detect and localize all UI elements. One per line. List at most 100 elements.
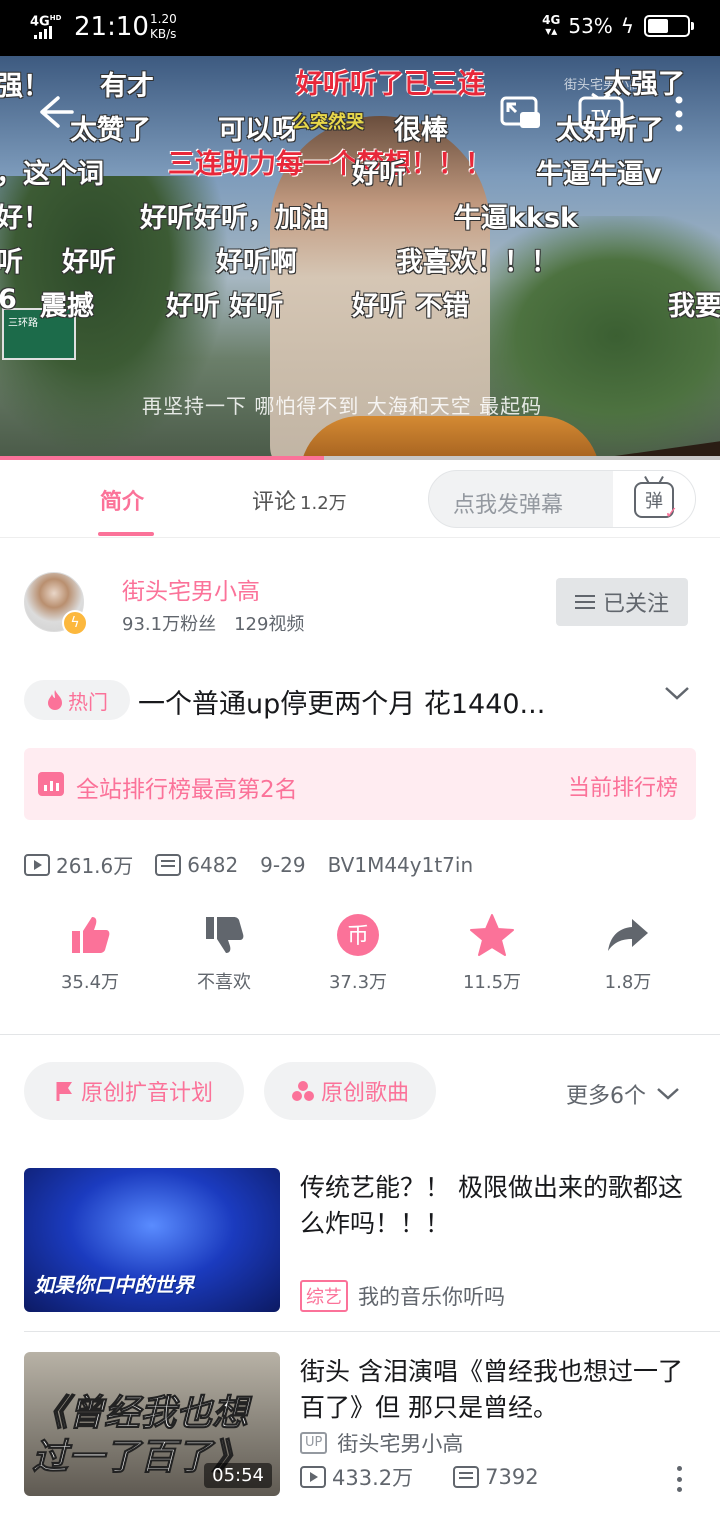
video-subtitle: 再坚持一下 哪怕得不到 大海和天空 最起码 [142, 394, 543, 418]
ranking-icon [38, 772, 64, 796]
clock: 21:10 [74, 12, 149, 42]
danmaku: 好听 [352, 159, 406, 190]
play-count-icon [24, 853, 50, 876]
up-badge: UP [300, 1432, 328, 1454]
category-badge: 综艺 [300, 1280, 348, 1312]
battery-icon [644, 15, 694, 37]
follow-button[interactable]: 已关注 [556, 578, 688, 626]
uploader-stats: 93.1万粉丝 129视频 [122, 614, 305, 635]
like-button[interactable]: 35.4万 [30, 910, 150, 994]
related-video-title: 街头 含泪演唱《曾经我也想过一了百了》但 那只是曾经。 [300, 1357, 683, 1422]
chevron-down-icon [657, 1088, 679, 1100]
danmaku: 好听 不错 [352, 291, 470, 322]
video-player[interactable]: 三环路 强！ 有才 好听听了已三连 街头宅男小高 太强了 太赞了 可以呀 么突然… [0, 56, 720, 460]
tab-indicator [98, 532, 154, 536]
hot-badge[interactable]: 热门 [24, 680, 130, 720]
net-speed: 1.20 KB/s [150, 12, 177, 41]
more-tags-button[interactable]: 更多6个 [566, 1078, 680, 1110]
danmaku-placeholder: 点我发弹幕 [453, 493, 564, 518]
danmaku: 震撼 [40, 291, 94, 322]
thumbs-up-icon [72, 917, 110, 953]
danmaku: 太赞了 [70, 115, 151, 146]
related-video-item[interactable]: 《曾经我也想过一了百了》 05:54 街头 含泪演唱《曾经我也想过一了百了》但 … [0, 1352, 720, 1498]
danmaku-icon: 弹 ✓ [634, 482, 678, 522]
fire-icon [48, 690, 62, 710]
danmaku: 好听听了已三连 [296, 69, 485, 100]
status-right: 4G ▾▴ 53% ϟ [542, 13, 694, 38]
danmaku: 么突然哭 [292, 112, 364, 133]
battery-percent: 53% [568, 14, 613, 38]
svg-text:TV: TV [591, 107, 610, 124]
view-count: 261.6万 [56, 854, 134, 878]
danmaku: 好！ [0, 203, 50, 234]
related-video-stats: 433.2万 7392 [300, 1462, 539, 1492]
coin-icon: 币 [337, 914, 379, 956]
more-options-icon[interactable] [672, 1466, 686, 1492]
video-thumbnail[interactable]: 《曾经我也想过一了百了》 05:54 [24, 1352, 280, 1496]
danmaku-count-icon [453, 1466, 480, 1488]
4g-icon: 4G ▾▴ [542, 13, 561, 38]
danmaku: 我喜欢！！！ [396, 247, 558, 278]
danmaku: 好听啊 [216, 247, 297, 278]
current-ranking-link[interactable]: 当前排行榜 [568, 770, 678, 802]
video-duration: 05:54 [204, 1463, 272, 1488]
related-video-title: 传统艺能？！ 极限做出来的歌都这么炸吗！！！ [300, 1173, 683, 1238]
danmaku: 三连助力每一个梦想！！！ [168, 149, 492, 180]
danmaku: 好听 好听 [166, 291, 284, 322]
signal-icon [34, 26, 52, 39]
divider [24, 1331, 720, 1332]
divider [0, 1034, 720, 1035]
comments-count: 1.2万 [300, 493, 347, 514]
play-count-icon [300, 1466, 326, 1488]
danmaku-toggle-button[interactable]: 弹 ✓ [613, 471, 695, 527]
status-bar: 4GHD 21:10 1.20 KB/s 4G ▾▴ 53% ϟ [0, 0, 720, 56]
publish-date: 9-29 [260, 852, 306, 877]
coin-button[interactable]: 币 37.3万 [298, 910, 418, 994]
danmaku: 牛逼kksk [454, 203, 578, 234]
danmaku: ，这个词 [0, 159, 104, 190]
tag-original-song[interactable]: 原创歌曲 [264, 1062, 436, 1120]
pip-icon[interactable] [500, 96, 542, 132]
ranking-text: 全站排行榜最高第2名 [76, 777, 298, 803]
chevron-down-icon[interactable] [664, 684, 690, 702]
danmaku-count-icon [155, 853, 182, 876]
video-meta: 261.6万 6482 9-29 BV1M44y1t7in [24, 850, 473, 879]
tab-comments[interactable]: 评论 1.2万 [252, 484, 347, 516]
video-thumbnail[interactable]: 如果你口中的世界 [24, 1168, 280, 1312]
related-video-item[interactable]: 如果你口中的世界 传统艺能？！ 极限做出来的歌都这么炸吗！！！ 综艺 我的音乐你… [0, 1168, 720, 1314]
related-video-author: UP 街头宅男小高 [300, 1428, 463, 1458]
menu-icon [574, 595, 595, 609]
share-arrow-icon [608, 919, 648, 951]
charging-icon: ϟ [620, 14, 634, 38]
tv-cast-icon[interactable]: TV [578, 92, 624, 134]
circles-icon [291, 1081, 314, 1101]
flag-icon [56, 1082, 72, 1101]
related-video-source: 综艺 我的音乐你听吗 [300, 1280, 505, 1312]
video-title: 一个普通up停更两个月 花1440... [138, 689, 546, 720]
dislike-button[interactable]: 不喜欢 [164, 910, 284, 994]
guitar [300, 416, 600, 460]
danmaku: 牛逼牛逼v [536, 159, 662, 190]
svg-text:币: 币 [347, 924, 369, 949]
danmaku-count: 6482 [187, 852, 239, 877]
danmaku: 好听好听，加油 [140, 203, 329, 234]
more-vertical-icon[interactable] [664, 92, 694, 136]
danmaku: 好听 [62, 247, 116, 278]
uploader-name[interactable]: 街头宅男小高 [122, 572, 260, 606]
bvid: BV1M44y1t7in [327, 852, 474, 877]
verified-badge-icon: ϟ [62, 610, 88, 636]
danmaku-input[interactable]: 点我发弹幕 弹 ✓ [428, 470, 696, 528]
tag-original-amplify[interactable]: 原创扩音计划 [24, 1062, 244, 1120]
danmaku: 听 [0, 247, 23, 278]
thumbs-down-icon [206, 917, 244, 953]
star-icon [470, 914, 514, 956]
ranking-banner[interactable]: 全站排行榜最高第2名 当前排行榜 [24, 748, 696, 820]
danmaku: 6 [0, 284, 17, 315]
share-button[interactable]: 1.8万 [568, 910, 688, 994]
back-arrow-icon[interactable] [36, 92, 76, 132]
action-bar: 35.4万 不喜欢 币 37.3万 11.5万 1.8万 [0, 910, 720, 1000]
danmaku: 我要 [668, 291, 720, 322]
danmaku: 有才 [100, 71, 154, 102]
tab-intro[interactable]: 简介 [100, 484, 144, 516]
favorite-button[interactable]: 11.5万 [432, 910, 552, 994]
